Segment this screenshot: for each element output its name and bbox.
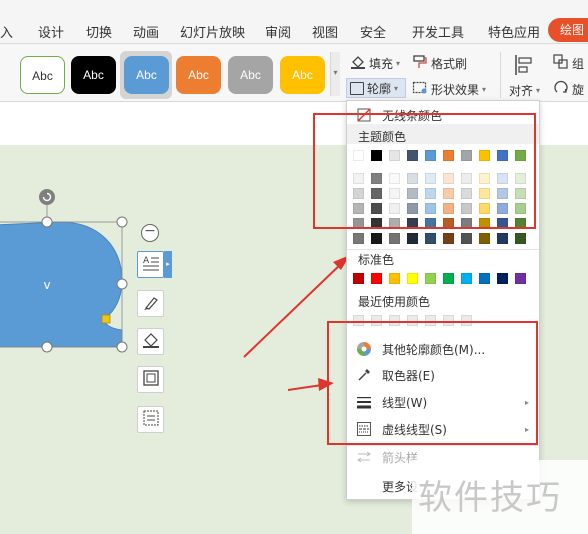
menu-divider: [347, 249, 539, 250]
highlight-theme-colors: [313, 113, 536, 229]
theme-shade-swatch[interactable]: [515, 233, 526, 244]
theme-shade-swatch[interactable]: [353, 233, 364, 244]
theme-shade-swatch[interactable]: [425, 233, 436, 244]
standard-color-swatch[interactable]: [443, 273, 454, 284]
standard-color-swatch[interactable]: [479, 273, 490, 284]
standard-colors-title: 标准色: [358, 253, 395, 267]
theme-shade-swatch[interactable]: [389, 233, 400, 244]
theme-shade-swatch[interactable]: [371, 233, 382, 244]
theme-shade-swatch[interactable]: [443, 233, 454, 244]
watermark-text: 软件技巧: [418, 478, 562, 518]
standard-color-swatch[interactable]: [371, 273, 382, 284]
standard-color-swatch[interactable]: [497, 273, 508, 284]
highlight-line-options: [327, 321, 538, 445]
red-arrow-options: [287, 384, 323, 391]
standard-color-swatch[interactable]: [353, 273, 364, 284]
recent-colors-title: 最近使用颜色: [358, 295, 431, 309]
arrow-style-icon: [356, 449, 372, 465]
standard-color-swatch[interactable]: [407, 273, 418, 284]
standard-color-swatch[interactable]: [389, 273, 400, 284]
theme-shade-swatch[interactable]: [461, 233, 472, 244]
theme-shade-swatch[interactable]: [407, 233, 418, 244]
standard-color-swatch[interactable]: [515, 273, 526, 284]
theme-shade-swatch[interactable]: [479, 233, 490, 244]
standard-color-swatch[interactable]: [461, 273, 472, 284]
theme-shade-swatch[interactable]: [497, 233, 508, 244]
standard-color-swatch[interactable]: [425, 273, 436, 284]
